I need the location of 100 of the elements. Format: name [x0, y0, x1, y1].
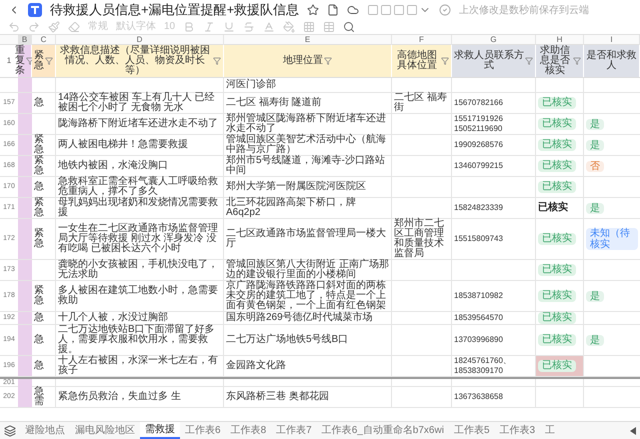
sheet-tab[interactable]: 工 [540, 422, 560, 439]
search-icon[interactable] [343, 21, 356, 33]
status-tag: 是 [586, 290, 604, 302]
square-icon[interactable] [406, 4, 418, 16]
status-tag: 是 [586, 140, 604, 150]
table-cell: 十几个人被，水没过胸部 [56, 312, 224, 324]
table-cell [18, 156, 32, 176]
table-cell: 15517191926 15052119690 [452, 114, 536, 134]
table-cell: 金园路文化路 [224, 356, 392, 376]
filter-icon[interactable] [525, 57, 533, 65]
border-icon[interactable] [303, 21, 316, 33]
table-cell: 龚晓的小女孩被困，手机快没电了，无法求助 [56, 260, 224, 280]
cell-text: 已核实 [538, 202, 568, 214]
filter-icon[interactable] [441, 57, 449, 65]
strikethrough-icon[interactable] [243, 21, 256, 33]
sheet-tab[interactable]: 避险地点 [20, 422, 70, 439]
status-tag: 已核实 [538, 233, 576, 245]
table-cell: 紧急 [32, 281, 56, 311]
layers-icon[interactable] [4, 424, 16, 436]
sheet-tab[interactable]: 工作表6 [180, 422, 226, 439]
table-cell: 二七万达广场地铁5号线B口 [224, 325, 392, 355]
star-icon[interactable] [307, 4, 320, 16]
sheet-tab[interactable]: 工作表7 [271, 422, 317, 439]
table-cell: 急 [32, 356, 56, 376]
table-cell: 急 [32, 325, 56, 355]
table-cell: 急 [32, 177, 56, 197]
table-cell: 北三环花园路高架下桥口，牌A6q2p2 [224, 198, 392, 218]
app-logo-icon [28, 3, 42, 17]
table-cell: 15670782166 [452, 93, 536, 113]
status-tag: 已核实 [538, 181, 576, 193]
filter-icon[interactable] [45, 57, 53, 65]
status-tag: 已核实 [538, 118, 576, 130]
table-cell: 14路公交车被困 车上有几十人 已经被困七个小时了 无食物 无水 [56, 93, 224, 113]
table-cell: 紧急伤员救治，失血过多 生 [56, 387, 224, 407]
table-cell: 河医门诊部 [224, 78, 392, 92]
status-tag: 是 [586, 118, 604, 130]
table-cell: 二七区 福寿街 隧道前 [224, 93, 392, 113]
table-cell [18, 114, 32, 134]
table-cell [18, 219, 32, 259]
column-header-label: 地理位置 [283, 56, 323, 66]
bold-icon[interactable] [183, 21, 196, 33]
eraser-icon[interactable] [68, 21, 80, 33]
redo-icon[interactable] [28, 21, 40, 33]
undo-icon[interactable] [8, 21, 20, 33]
filter-icon[interactable] [573, 57, 581, 65]
text-color-icon[interactable] [263, 21, 276, 33]
table-cell: 急 [32, 312, 56, 324]
table-cell [18, 387, 32, 407]
filter-icon[interactable] [213, 57, 221, 65]
table-cell [18, 281, 32, 311]
sheet-tab[interactable]: 工作表8 [226, 422, 272, 439]
square-icon[interactable] [380, 4, 392, 16]
brush-icon[interactable] [48, 21, 60, 33]
document-icon[interactable] [327, 4, 340, 16]
filter-icon[interactable] [26, 57, 34, 65]
sheet-tab[interactable]: 漏电风险地区 [70, 422, 140, 439]
sheet-tab[interactable]: 工作表5 [448, 422, 495, 439]
status-tag: 已核实 [538, 360, 576, 372]
table-cell [18, 356, 32, 376]
underline-icon[interactable] [223, 21, 236, 33]
column-header-label: 求救人员联系方式 [454, 51, 524, 71]
table-icon[interactable] [323, 21, 336, 33]
table-cell: 紧急 [32, 219, 56, 259]
scroll-left-icon[interactable] [630, 426, 636, 434]
sheet-tab[interactable]: 需救援 [140, 422, 180, 439]
cloud-icon[interactable] [347, 4, 360, 16]
table-cell: 急 [32, 93, 56, 113]
square-icon[interactable] [393, 4, 406, 16]
table-cell: 急需 [32, 387, 56, 407]
status-tag: 已核实 [538, 334, 576, 346]
column-header-label: 重复条 [15, 46, 25, 76]
table-cell [18, 312, 32, 324]
filter-icon[interactable] [324, 57, 332, 65]
status-tag: 未知（待核实 [586, 228, 638, 250]
italic-icon[interactable] [203, 21, 216, 33]
table-cell: 19909268576 [452, 135, 536, 155]
square-icon[interactable] [367, 4, 380, 16]
status-tag: 已核实 [538, 160, 576, 172]
fill-color-icon[interactable] [283, 21, 296, 33]
column-letter[interactable]: B [18, 35, 32, 45]
column-header-label: 紧急 [34, 51, 44, 71]
column-header-label: 求助信息是否核实 [539, 46, 571, 76]
sheet-tab[interactable]: 工作表6_自动重命名b7x6wi [316, 422, 449, 439]
status-tag: 是 [586, 202, 604, 214]
table-cell [18, 260, 32, 280]
table-cell: 国东明路269号德亿时代城菜市场 [224, 312, 392, 324]
table-cell [18, 177, 32, 197]
table-cell: 18538710982 [452, 281, 536, 311]
table-cell: 二七万达地铁站B口下面滞留了好多人，需要厚衣服和饮用水，需要救援。 [56, 325, 224, 355]
sheet-tab[interactable]: 工作表3 [494, 422, 540, 439]
table-cell: 管城回族区美智艺术活动中心（航海中路与京广路） [224, 135, 392, 155]
table-cell: 郑州市5号线隧道，海滩寺-沙口路站中间 [224, 156, 392, 176]
row-number: 1 [6, 55, 12, 67]
status-tag: 已核实 [538, 97, 576, 109]
save-status: 上次修改是数秒前保存到云端 [459, 4, 590, 18]
table-cell: 陇海路桥下附近堵车还进水走不动了 [56, 114, 224, 134]
table-cell: 一女生在二七区政通路市场监督管理局大厅等待救援 刚过水 浑身发冷 没有吃喝 已被困长达六个小时 [56, 219, 224, 259]
table-cell: 紧急 [32, 135, 56, 155]
check-circle-icon[interactable] [439, 4, 452, 16]
document-title: 待救援人员信息+漏电位置提醒+救援队信息 [50, 1, 300, 20]
